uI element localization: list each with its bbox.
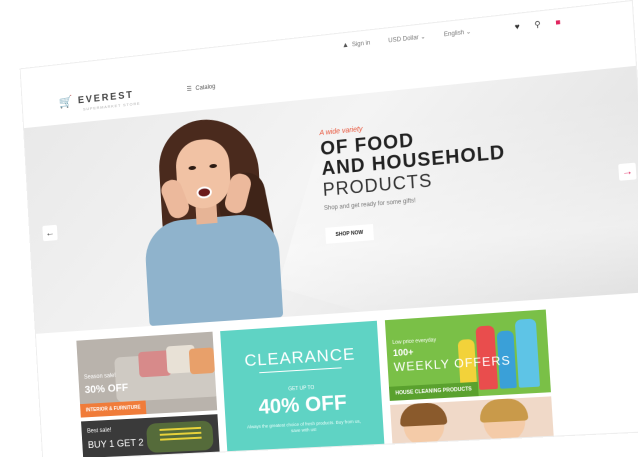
cleaning-bottles-image: [456, 314, 544, 391]
person-hair: [399, 401, 448, 427]
user-icon: ▲: [341, 41, 350, 50]
cart-logo-icon: 🛒: [58, 94, 73, 110]
store-page: ▲ Sign in USD Dollar ⌄ English ⌄ ♥ ⚲ ■ 🛒 …: [20, 1, 638, 457]
clearance-banner[interactable]: CLEARANCE GET UP TO 40% OFF Always the g…: [220, 320, 385, 452]
screenshot-stage: ▲ Sign in USD Dollar ⌄ English ⌄ ♥ ⚲ ■ 🛒 …: [0, 0, 638, 457]
nav-catalog[interactable]: ☰ Catalog: [186, 83, 216, 93]
eye: [188, 165, 197, 171]
shirt: [143, 211, 284, 327]
slider-prev-button[interactable]: ←: [42, 224, 58, 242]
hero-model-image: [112, 110, 295, 328]
furniture-label[interactable]: INTERIOR & FURNITURE: [80, 400, 147, 418]
heart-icon[interactable]: ♥: [514, 22, 520, 32]
logo[interactable]: 🛒 EVEREST SUPERMARKET STORE: [58, 88, 140, 111]
people-banner[interactable]: [390, 396, 554, 444]
cleaning-banner[interactable]: Low price everyday 100+ WEEKLY OFFERS HO…: [384, 309, 551, 401]
language-select[interactable]: English ⌄: [444, 28, 472, 38]
chevron-right-icon: →: [621, 165, 634, 178]
slider-next-button[interactable]: →: [618, 162, 637, 181]
promo-banners: Season sale! 30% OFF INTERIOR & FURNITUR…: [76, 309, 555, 457]
cart-icon[interactable]: ■: [555, 17, 561, 27]
eye: [209, 163, 218, 169]
shoe: [146, 420, 214, 454]
cleaning-label[interactable]: HOUSE CLEANING PRODUCTS: [388, 381, 479, 401]
mouth: [196, 185, 213, 199]
person-hair: [478, 397, 529, 423]
furniture-banner[interactable]: Season sale! 30% OFF INTERIOR & FURNITUR…: [76, 331, 218, 418]
header-actions: ♥ ⚲ ■: [514, 17, 560, 31]
signin-link[interactable]: ▲ Sign in: [342, 39, 371, 49]
bottle: [514, 318, 540, 388]
chevron-left-icon: ←: [45, 227, 55, 239]
currency-select[interactable]: USD Dollar ⌄: [388, 33, 426, 44]
pillow: [188, 347, 215, 375]
search-icon[interactable]: ⚲: [534, 20, 541, 30]
hero-copy: A wide variety OF FOOD AND HOUSEHOLD PRO…: [319, 112, 510, 244]
shoes-banner[interactable]: Best sale! BUY 1 GET 2: [81, 414, 220, 457]
catalog-icon: ☰: [186, 86, 192, 93]
chevron-down-icon: ⌄: [420, 34, 426, 41]
chevron-down-icon: ⌄: [465, 29, 472, 36]
